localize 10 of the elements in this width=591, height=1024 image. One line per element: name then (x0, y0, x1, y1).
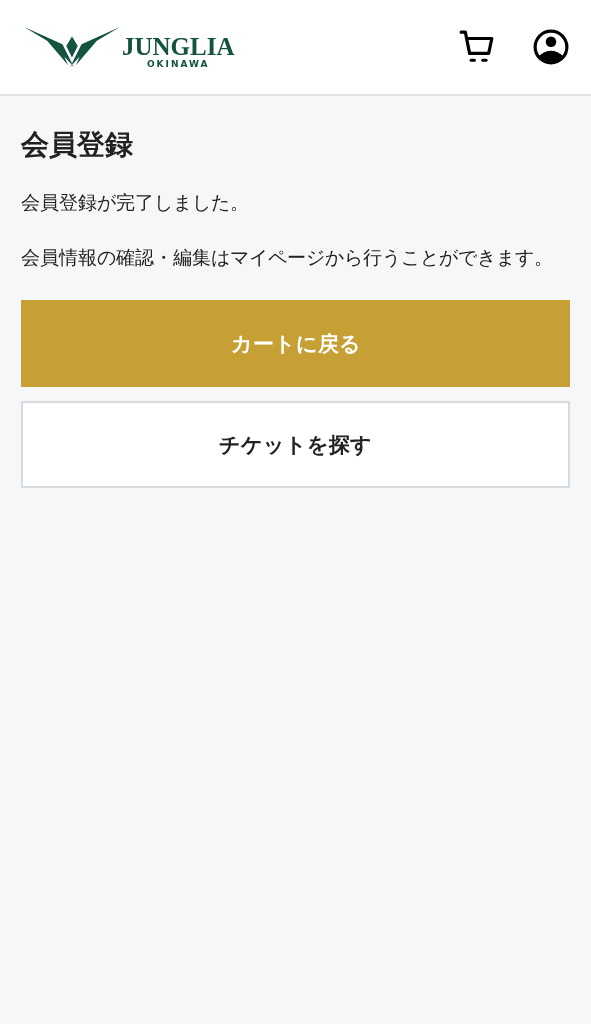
leaf-logo-icon (24, 25, 120, 69)
logo-name: JUNGLIA (122, 34, 235, 60)
message-text: 会員登録が完了しました。 (21, 190, 250, 215)
page-title: 会員登録 (21, 127, 134, 163)
find-tickets-button[interactable]: チケットを探す (21, 401, 570, 488)
logo[interactable]: JUNGLIA OKINAWA (24, 25, 235, 69)
account-icon[interactable] (533, 29, 569, 65)
cart-icon[interactable] (459, 29, 495, 65)
logo-subtitle: OKINAWA (146, 59, 210, 71)
message-text: 会員情報の確認・編集はマイページから行うことができます。 (21, 245, 554, 270)
